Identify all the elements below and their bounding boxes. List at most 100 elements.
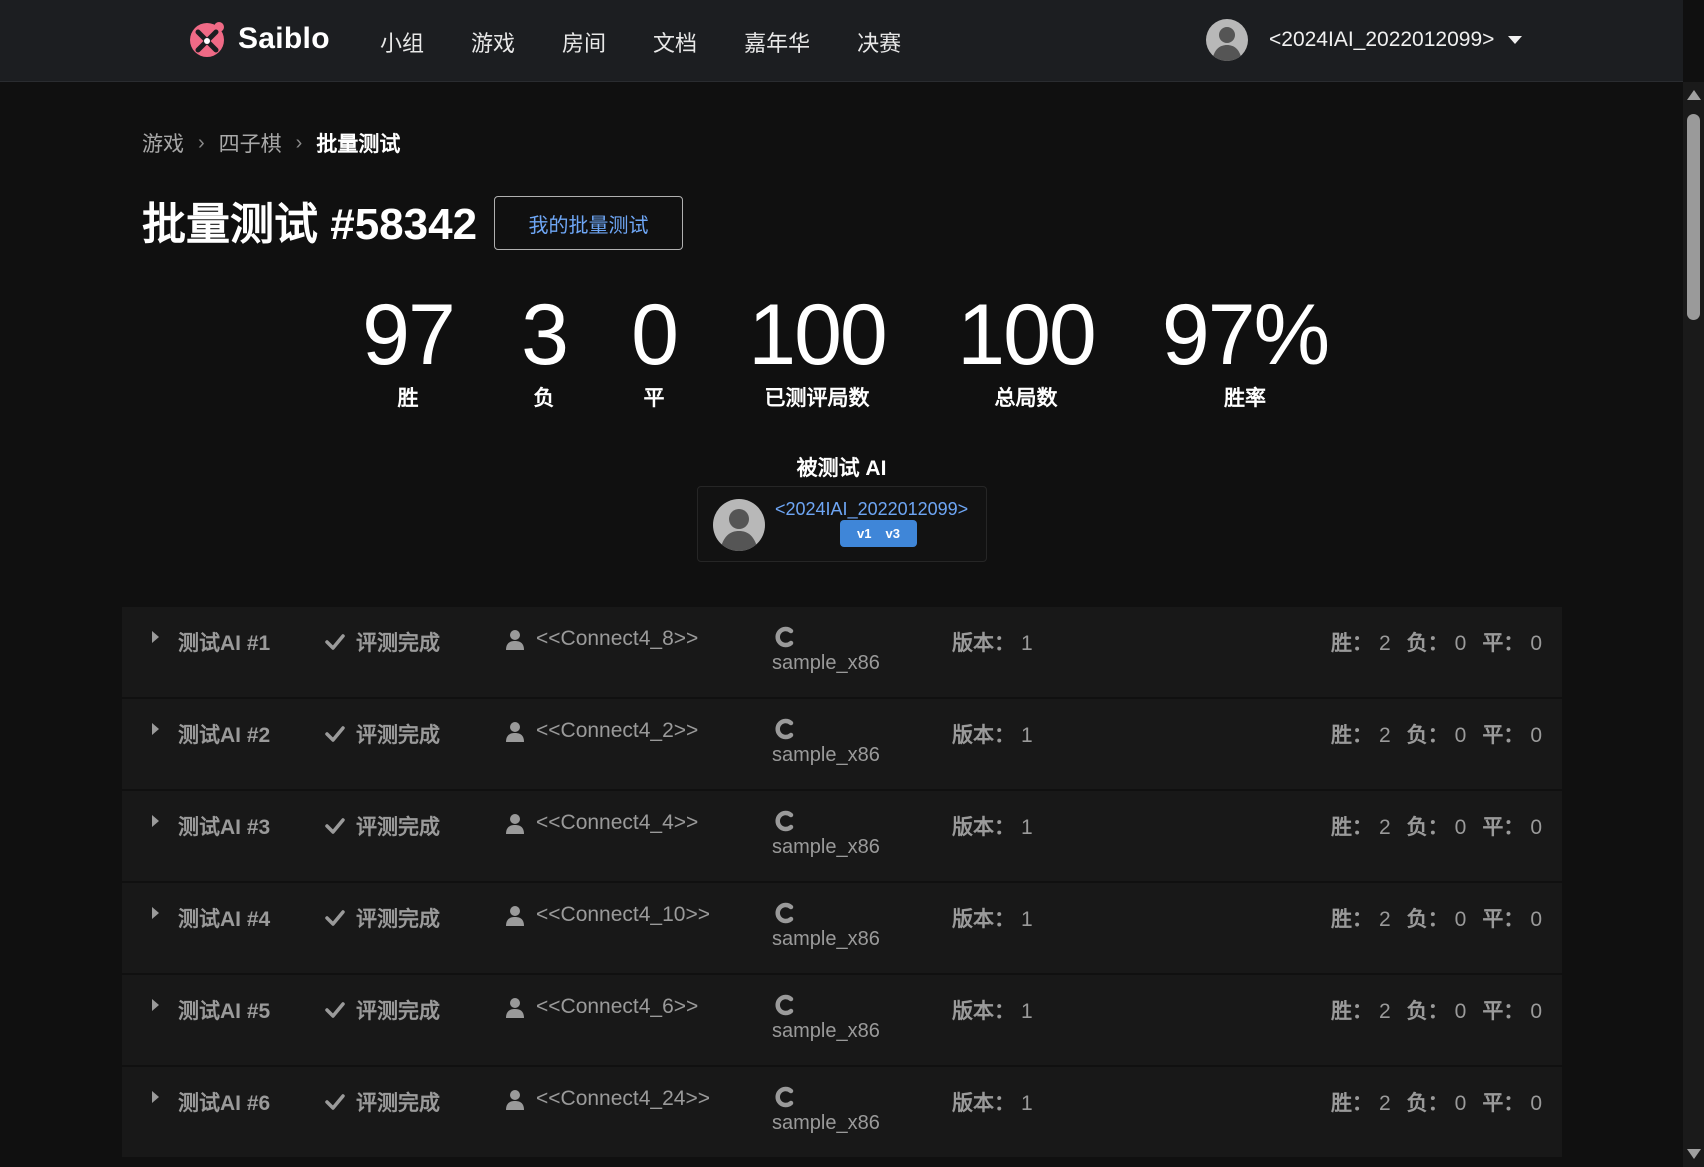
test-row[interactable]: 测试AI #1 评测完成 <<Connect4_8>> sample_x86 版…: [122, 607, 1562, 699]
test-status: 评测完成: [324, 903, 440, 933]
caret-right-icon[interactable]: [152, 723, 159, 735]
scroll-up-arrow-icon[interactable]: [1687, 90, 1701, 100]
test-code: sample_x86: [772, 993, 880, 1043]
test-opponent-user: <<Connect4_2>>: [504, 719, 698, 743]
tested-ai-name-link[interactable]: <2024IAI_2022012099>: [775, 499, 968, 520]
breadcrumb-games[interactable]: 游戏: [142, 128, 184, 158]
test-status: 评测完成: [324, 1087, 440, 1117]
caret-right-icon[interactable]: [152, 1091, 159, 1103]
test-status: 评测完成: [324, 811, 440, 841]
test-status-text: 评测完成: [356, 1000, 440, 1023]
record-text: 0: [1454, 908, 1467, 931]
record-text: 1: [1021, 1000, 1033, 1023]
test-ai-title: 测试AI #3: [178, 816, 271, 839]
record-losses: 负： 0: [1407, 811, 1467, 841]
test-code: sample_x86: [772, 901, 880, 951]
record-text: 负：: [1406, 1000, 1449, 1023]
my-batch-tests-button[interactable]: 我的批量测试: [494, 196, 683, 250]
test-list: 测试AI #1 评测完成 <<Connect4_8>> sample_x86 版…: [122, 607, 1562, 1159]
record-wins: 胜： 2: [1331, 811, 1391, 841]
caret-right-icon[interactable]: [152, 907, 159, 919]
test-row[interactable]: 测试AI #2 评测完成 <<Connect4_2>> sample_x86 版…: [122, 699, 1562, 791]
test-record: 胜： 2 负： 0 平： 0: [1315, 719, 1542, 749]
record-draws: 平： 0: [1482, 811, 1542, 841]
test-row[interactable]: 测试AI #6 评测完成 <<Connect4_24>> sample_x86 …: [122, 1067, 1562, 1159]
record-text: 版本：: [952, 632, 1015, 655]
nav-link-rooms[interactable]: 房间: [562, 26, 606, 58]
record-text: 胜：: [1330, 724, 1373, 747]
record-text: 0: [1530, 1000, 1542, 1023]
stat-value: 100: [957, 287, 1097, 383]
record-wins: 胜： 2: [1331, 627, 1391, 657]
version-badges: v1 v3: [840, 520, 917, 547]
test-opponent-name: <<Connect4_6>>: [536, 995, 699, 1018]
record-text: 负：: [1406, 1092, 1449, 1115]
record-text: 0: [1530, 1092, 1542, 1115]
test-record: 胜： 2 负： 0 平： 0: [1315, 903, 1542, 933]
test-status: 评测完成: [324, 719, 440, 749]
nav-link-groups[interactable]: 小组: [380, 26, 424, 58]
page-scrollbar[interactable]: [1683, 82, 1704, 1167]
version-badge[interactable]: v1: [857, 526, 871, 541]
stat-label: 总局数: [994, 387, 1058, 410]
nav-link-games[interactable]: 游戏: [471, 26, 515, 58]
test-record: 胜： 2 负： 0 平： 0: [1315, 627, 1542, 657]
test-opponent-name: <<Connect4_8>>: [536, 627, 699, 650]
test-opponent-user: <<Connect4_4>>: [504, 811, 698, 835]
test-status: 评测完成: [324, 627, 440, 657]
record-losses: 负： 0: [1407, 1087, 1467, 1117]
c-language-icon: [775, 810, 794, 832]
stat-value: 100: [748, 287, 888, 383]
test-code-name: sample_x86: [772, 744, 880, 766]
chevron-right-icon: ›: [198, 131, 205, 154]
scrollbar-thumb[interactable]: [1687, 114, 1700, 320]
version-badge[interactable]: v3: [885, 526, 899, 541]
test-opponent-name: <<Connect4_2>>: [536, 719, 699, 742]
record-text: 胜：: [1330, 1092, 1373, 1115]
tested-ai-heading: 被测试 AI: [796, 457, 887, 480]
test-ai-title: 测试AI #6: [178, 1092, 271, 1115]
test-row[interactable]: 测试AI #3 评测完成 <<Connect4_4>> sample_x86 版…: [122, 791, 1562, 883]
record-text: 平：: [1482, 724, 1525, 747]
test-status-text: 评测完成: [356, 908, 440, 931]
test-ai-title: 测试AI #1: [178, 632, 271, 655]
record-text: 2: [1378, 908, 1391, 931]
scroll-down-arrow-icon[interactable]: [1687, 1149, 1701, 1159]
caret-right-icon[interactable]: [152, 999, 159, 1011]
brand-name: Saiblo: [238, 22, 330, 55]
nav-link-docs[interactable]: 文档: [653, 26, 697, 58]
nav-link-finals[interactable]: 决赛: [857, 26, 901, 58]
top-navbar: Saiblo 小组 游戏 房间 文档 嘉年华 决赛 <2024IAI_20220…: [0, 0, 1683, 82]
user-icon: [506, 998, 524, 1018]
caret-right-icon[interactable]: [152, 631, 159, 643]
record-text: 版本：: [952, 816, 1015, 839]
user-icon: [506, 814, 524, 834]
c-language-icon: [775, 994, 794, 1016]
test-code: sample_x86: [772, 809, 880, 859]
test-code-name: sample_x86: [772, 1020, 880, 1042]
stat-evaluated-games: 100 已测评局数: [735, 290, 899, 412]
brand[interactable]: Saiblo: [186, 18, 330, 60]
test-row[interactable]: 测试AI #4 评测完成 <<Connect4_10>> sample_x86 …: [122, 883, 1562, 975]
record-text: 胜：: [1330, 632, 1373, 655]
record-text: 1: [1021, 1092, 1033, 1115]
record-draws: 平： 0: [1482, 627, 1542, 657]
record-text: 负：: [1406, 908, 1449, 931]
test-opponent-user: <<Connect4_6>>: [504, 995, 698, 1019]
record-wins: 胜： 2: [1331, 719, 1391, 749]
breadcrumb-connect4[interactable]: 四子棋: [219, 128, 282, 158]
record-text: 2: [1378, 724, 1391, 747]
user-icon: [506, 906, 524, 926]
test-row[interactable]: 测试AI #5 评测完成 <<Connect4_6>> sample_x86 版…: [122, 975, 1562, 1067]
check-icon: [325, 726, 345, 742]
record-text: 0: [1454, 1000, 1467, 1023]
record-text: 版本：: [952, 1000, 1015, 1023]
record-text: 0: [1454, 816, 1467, 839]
breadcrumb: 游戏 › 四子棋 › 批量测试: [142, 128, 400, 158]
caret-right-icon[interactable]: [152, 815, 159, 827]
record-text: 版本：: [952, 724, 1015, 747]
nav-link-carnival[interactable]: 嘉年华: [744, 26, 810, 58]
test-opponent-name: <<Connect4_10>>: [536, 903, 710, 926]
record-draws: 平： 0: [1482, 995, 1542, 1025]
user-menu[interactable]: <2024IAI_2022012099>: [1206, 19, 1523, 61]
